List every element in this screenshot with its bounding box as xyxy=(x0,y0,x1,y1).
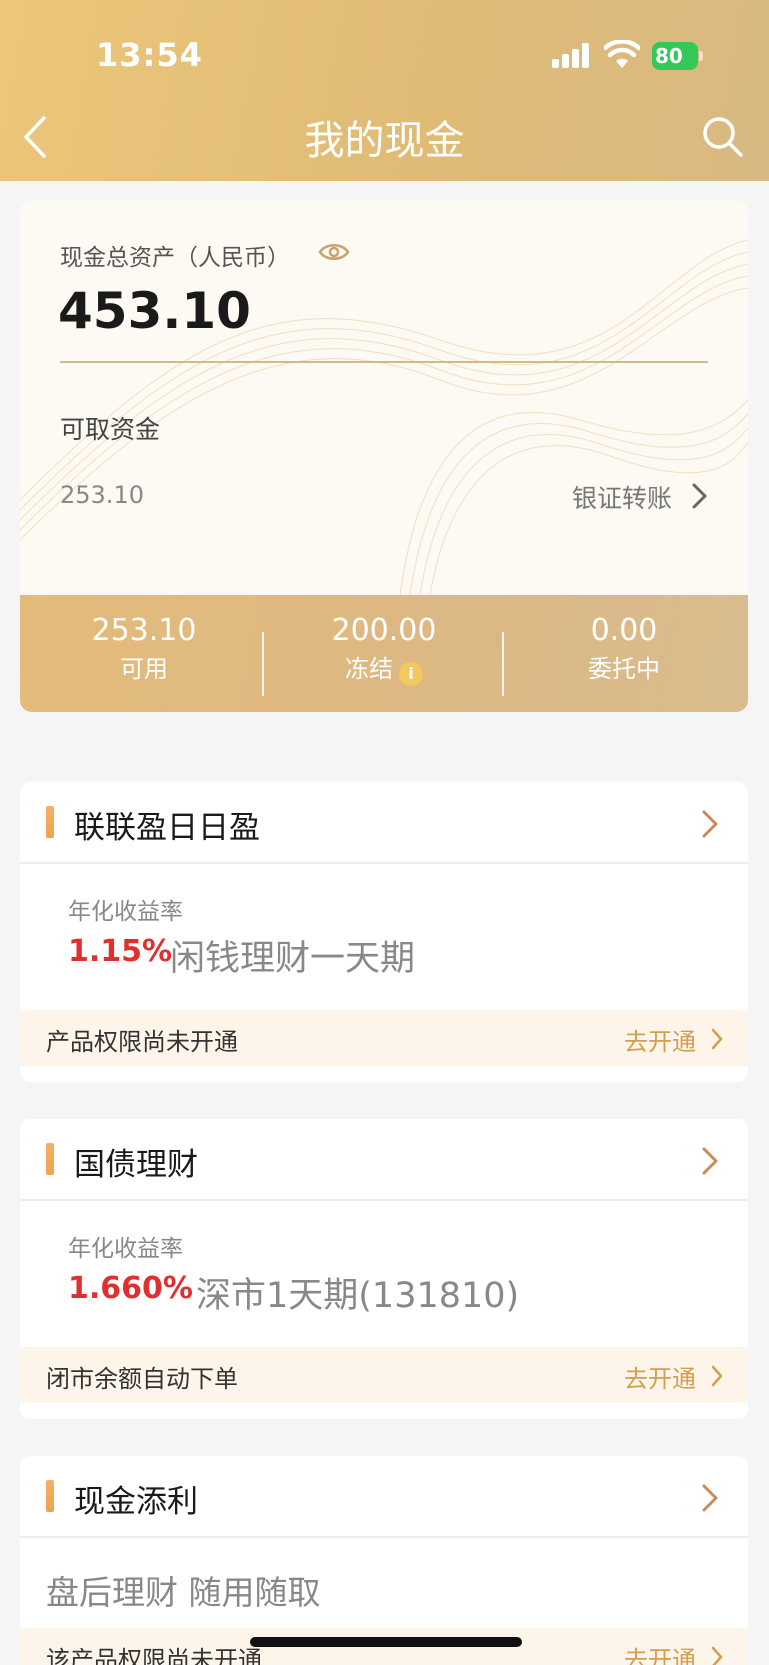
divider xyxy=(60,361,708,363)
status-time: 13:54 xyxy=(96,36,203,74)
total-assets-value: 453.10 xyxy=(58,282,251,340)
notice-bar[interactable]: 闭市余额自动下单 去开通 xyxy=(20,1347,748,1403)
notice-text: 该产品权限尚未开通 xyxy=(46,1646,262,1665)
title-accent-bar xyxy=(46,1143,54,1175)
open-link[interactable]: 去开通 xyxy=(624,1359,696,1394)
product-name: 闲钱理财一天期 xyxy=(170,939,416,979)
search-button[interactable] xyxy=(700,114,746,160)
product-card-header[interactable]: 国债理财 xyxy=(20,1119,748,1201)
chevron-right-icon[interactable] xyxy=(710,1645,724,1665)
stat-frozen: 200.00 冻结 i xyxy=(264,612,504,686)
withdrawable-value: 253.10 xyxy=(60,481,144,509)
stat-value: 200.00 xyxy=(331,613,437,648)
notice-text: 产品权限尚未开通 xyxy=(46,1028,238,1056)
title-accent-bar xyxy=(46,806,54,838)
product-card-cash-plus[interactable]: 现金添利 盘后理财 随用随取 该产品权限尚未开通 去开通 xyxy=(20,1456,748,1665)
open-link[interactable]: 去开通 xyxy=(624,1640,696,1665)
eye-icon[interactable] xyxy=(318,240,350,264)
product-title: 现金添利 xyxy=(74,1484,198,1520)
total-assets-label: 现金总资产（人民币） xyxy=(60,245,290,271)
stat-label: 可用 xyxy=(120,655,168,683)
cellular-signal-icon xyxy=(552,42,592,68)
product-name: 深市1天期(131810) xyxy=(196,1276,520,1316)
chevron-right-icon[interactable] xyxy=(690,481,708,511)
stat-value: 253.10 xyxy=(91,613,197,648)
stat-available: 253.10 可用 xyxy=(24,612,264,686)
product-card-header[interactable]: 联联盈日日盈 xyxy=(20,782,748,864)
product-name: 盘后理财 随用随取 xyxy=(46,1573,321,1612)
chevron-right-icon[interactable] xyxy=(700,1482,720,1514)
product-card-lianlianying[interactable]: 联联盈日日盈 年化收益率 1.15% 闲钱理财一天期 产品权限尚未开通 去开通 xyxy=(20,782,748,1082)
stat-label: 冻结 xyxy=(345,655,393,683)
chevron-right-icon[interactable] xyxy=(710,1364,724,1388)
battery-level: 80 xyxy=(652,42,698,70)
page-title: 我的现金 xyxy=(304,118,465,164)
stat-pending: 0.00 委托中 xyxy=(504,612,744,686)
home-indicator[interactable] xyxy=(250,1637,522,1647)
chevron-right-icon[interactable] xyxy=(700,1145,720,1177)
product-title: 联联盈日日盈 xyxy=(74,810,260,846)
wifi-icon xyxy=(604,40,640,68)
stat-label: 委托中 xyxy=(588,655,660,683)
battery-icon: 80 xyxy=(652,42,704,70)
rate-label: 年化收益率 xyxy=(68,1236,183,1262)
withdrawable-label: 可取资金 xyxy=(60,415,161,444)
open-link[interactable]: 去开通 xyxy=(624,1022,696,1057)
app-header: 13:54 80 我的现金 xyxy=(0,0,769,181)
chevron-right-icon[interactable] xyxy=(700,808,720,840)
product-title: 国债理财 xyxy=(74,1147,198,1183)
chevron-right-icon[interactable] xyxy=(710,1027,724,1051)
rate-value: 1.15% xyxy=(68,934,173,969)
product-card-header[interactable]: 现金添利 xyxy=(20,1456,748,1538)
bank-transfer-link[interactable]: 银证转账 xyxy=(572,479,672,515)
product-card-treasury[interactable]: 国债理财 年化收益率 1.660% 深市1天期(131810) 闭市余额自动下单… xyxy=(20,1119,748,1419)
title-accent-bar xyxy=(46,1480,54,1512)
rate-label: 年化收益率 xyxy=(68,899,183,925)
notice-text: 闭市余额自动下单 xyxy=(46,1365,238,1393)
rate-value: 1.660% xyxy=(68,1271,193,1306)
notice-bar[interactable]: 产品权限尚未开通 去开通 xyxy=(20,1010,748,1066)
stat-value: 0.00 xyxy=(590,613,658,648)
info-icon[interactable]: i xyxy=(399,662,423,686)
